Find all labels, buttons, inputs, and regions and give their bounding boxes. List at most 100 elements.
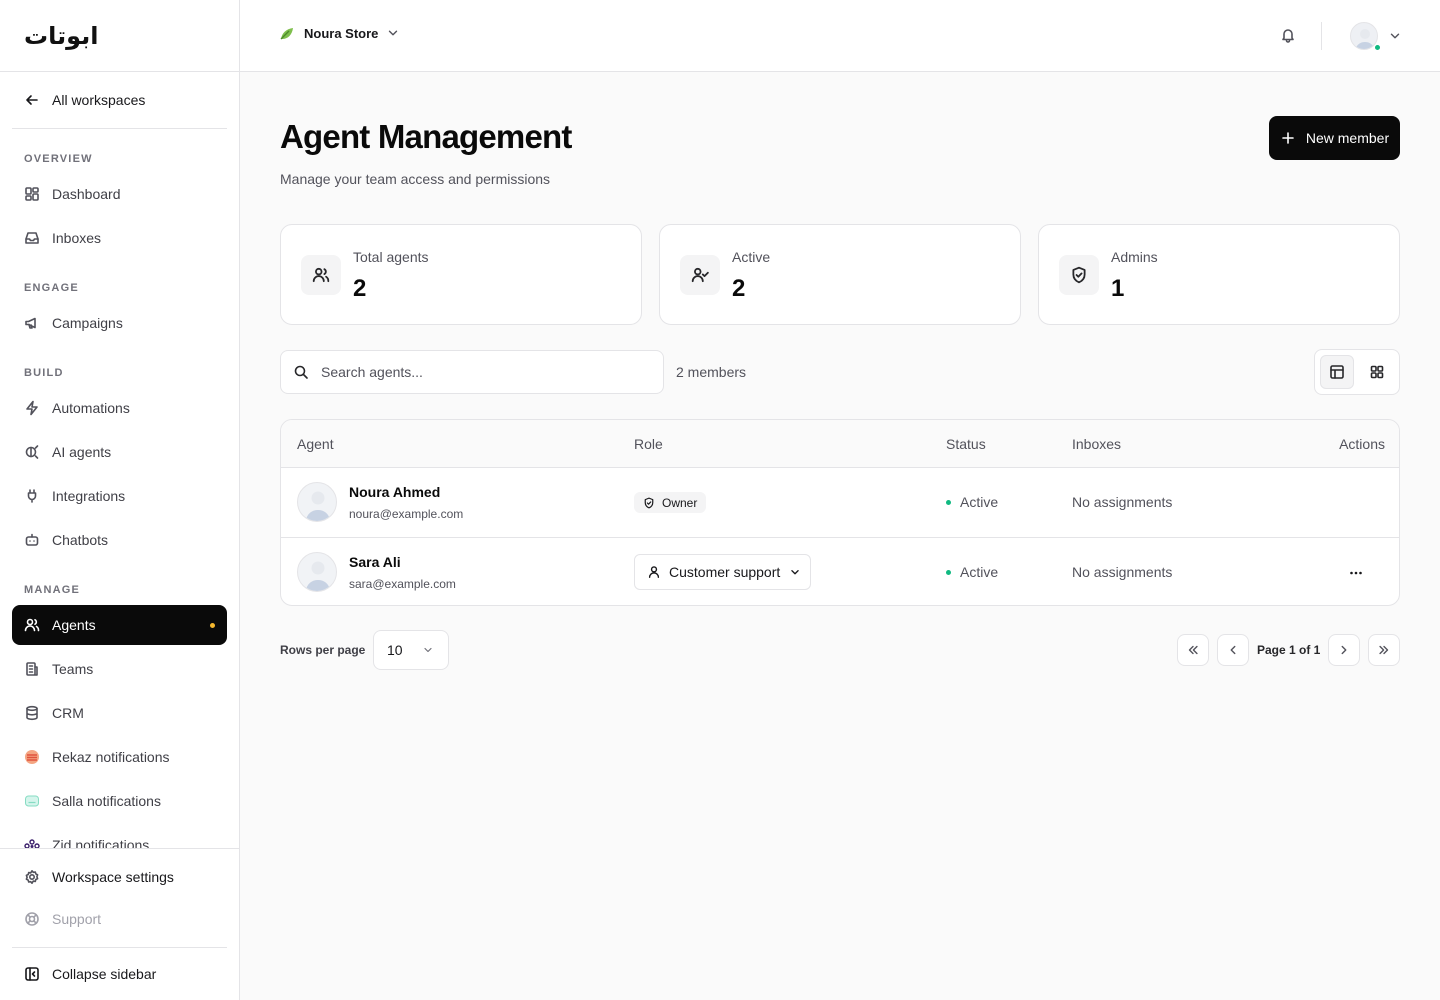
leaf-icon bbox=[280, 28, 293, 40]
agent-name: Sara Ali bbox=[349, 554, 401, 570]
first-page-button[interactable] bbox=[1177, 634, 1209, 666]
lightning-icon bbox=[26, 400, 38, 416]
sidebar-item-label: Zid notifications bbox=[52, 837, 150, 848]
chevron-left-icon bbox=[1230, 645, 1236, 655]
sidebar-collapse-icon bbox=[25, 967, 39, 981]
sidebar-item-zid-notifications[interactable]: Zid notifications bbox=[12, 825, 227, 848]
sidebar-item-ai-agents[interactable]: AI agents bbox=[12, 432, 227, 472]
column-header-agent: Agent bbox=[297, 436, 334, 452]
status-badge: Active bbox=[946, 494, 998, 510]
bell-icon bbox=[1282, 29, 1294, 43]
column-header-inboxes: Inboxes bbox=[1072, 436, 1122, 452]
divider bbox=[12, 947, 227, 948]
status-dot bbox=[946, 569, 951, 575]
sidebar-item-inboxes[interactable]: Inboxes bbox=[12, 218, 227, 258]
section-label-overview: OVERVIEW bbox=[24, 153, 93, 165]
agents-table: Agent Role Status Inboxes Actions Noura … bbox=[280, 419, 1400, 606]
stat-card-active: Active 2 bbox=[659, 224, 1021, 325]
previous-page-button[interactable] bbox=[1217, 634, 1249, 666]
sidebar-item-label: Workspace settings bbox=[52, 869, 174, 885]
plug-icon bbox=[27, 489, 37, 503]
sidebar-item-agents[interactable]: Agents bbox=[12, 605, 227, 645]
sidebar-nav[interactable]: OVERVIEW Dashboard Inboxes ENGAGE Campai… bbox=[0, 136, 239, 848]
grid-view-button[interactable] bbox=[1360, 355, 1394, 389]
status-badge: Active bbox=[946, 564, 998, 580]
sidebar-item-label: CRM bbox=[52, 705, 84, 721]
table-row: Sara Ali sara@example.com Customer suppo… bbox=[281, 537, 1399, 605]
sidebar-item-chatbots[interactable]: Chatbots bbox=[12, 520, 227, 560]
lifebuoy-icon bbox=[25, 912, 39, 926]
online-status-dot bbox=[1374, 44, 1381, 51]
members-count: 2 members bbox=[676, 364, 747, 380]
table-view-button[interactable] bbox=[1320, 355, 1354, 389]
sidebar-item-label: Inboxes bbox=[52, 230, 102, 246]
role-label: Owner bbox=[662, 495, 698, 510]
divider bbox=[1321, 22, 1322, 50]
role-badge-owner: Owner bbox=[634, 492, 707, 513]
stat-icon-box bbox=[1059, 255, 1099, 295]
row-actions-button[interactable] bbox=[1343, 560, 1369, 586]
top-header: Noura Store bbox=[240, 0, 1440, 72]
sidebar-item-label: Salla notifications bbox=[52, 793, 161, 809]
grid-icon bbox=[1370, 365, 1384, 379]
shield-check-icon bbox=[1072, 266, 1086, 284]
new-member-button[interactable]: New member bbox=[1269, 116, 1400, 160]
search-box[interactable] bbox=[280, 350, 664, 394]
salla-logo-icon bbox=[25, 795, 39, 807]
database-icon bbox=[26, 705, 38, 721]
inbox-assignments: No assignments bbox=[1072, 494, 1173, 510]
role-select[interactable]: Customer support bbox=[634, 554, 811, 590]
user-icon bbox=[648, 566, 660, 578]
search-input[interactable] bbox=[321, 364, 641, 380]
sidebar-item-dashboard[interactable]: Dashboard bbox=[12, 174, 227, 214]
stat-icon-box bbox=[301, 255, 341, 295]
plus-icon bbox=[1282, 132, 1294, 144]
stat-card-total-agents: Total agents 2 bbox=[280, 224, 642, 325]
rows-per-page-select[interactable]: 10 bbox=[373, 630, 449, 670]
person-placeholder-icon bbox=[305, 561, 331, 591]
sidebar-item-workspace-settings[interactable]: Workspace settings bbox=[12, 857, 227, 897]
all-workspaces-label: All workspaces bbox=[52, 92, 146, 108]
sidebar-item-label: Rekaz notifications bbox=[52, 749, 170, 765]
sidebar-item-integrations[interactable]: Integrations bbox=[12, 476, 227, 516]
sidebar-item-label: Teams bbox=[52, 661, 94, 677]
notifications-button[interactable] bbox=[1280, 27, 1296, 43]
rows-per-page-label: Rows per page bbox=[280, 643, 366, 657]
new-member-label: New member bbox=[1305, 130, 1390, 146]
sidebar-item-label: Agents bbox=[52, 617, 96, 633]
column-header-role: Role bbox=[634, 436, 663, 452]
chevrons-right-icon bbox=[1379, 645, 1389, 655]
sidebar-item-automations[interactable]: Automations bbox=[12, 388, 227, 428]
sidebar-item-support[interactable]: Support bbox=[12, 899, 227, 939]
collapse-sidebar-button[interactable]: Collapse sidebar bbox=[12, 954, 227, 994]
arrow-left-icon bbox=[26, 95, 38, 105]
brand-logo[interactable]: ابوتات bbox=[24, 22, 98, 50]
next-page-button[interactable] bbox=[1328, 634, 1360, 666]
sidebar-item-salla-notifications[interactable]: Salla notifications bbox=[12, 781, 227, 821]
store-switcher[interactable]: Noura Store bbox=[278, 24, 400, 42]
sidebar-item-label: Automations bbox=[52, 400, 130, 416]
sidebar-item-label: Support bbox=[52, 911, 102, 927]
section-label-build: BUILD bbox=[24, 367, 64, 379]
rows-per-page-value: 10 bbox=[387, 642, 403, 658]
sidebar-item-rekaz-notifications[interactable]: Rekaz notifications bbox=[12, 737, 227, 777]
ai-agent-icon bbox=[25, 445, 39, 459]
person-placeholder-icon bbox=[305, 491, 331, 521]
stat-value: 2 bbox=[353, 275, 367, 302]
logo-area: ابوتات bbox=[0, 0, 239, 72]
sidebar-item-label: Collapse sidebar bbox=[52, 966, 157, 982]
shield-check-icon bbox=[644, 497, 654, 508]
chevron-down-icon bbox=[1390, 33, 1400, 39]
search-icon bbox=[294, 365, 308, 379]
stat-value: 2 bbox=[732, 275, 746, 302]
sidebar-item-campaigns[interactable]: Campaigns bbox=[12, 303, 227, 343]
sidebar-item-crm[interactable]: CRM bbox=[12, 693, 227, 733]
avatar bbox=[297, 552, 337, 592]
last-page-button[interactable] bbox=[1368, 634, 1400, 666]
all-workspaces-link[interactable]: All workspaces bbox=[12, 80, 227, 120]
users-icon bbox=[24, 618, 40, 632]
table-row: Noura Ahmed noura@example.com Owner Acti… bbox=[281, 468, 1399, 537]
page-subtitle: Manage your team access and permissions bbox=[280, 171, 551, 187]
sidebar-item-teams[interactable]: Teams bbox=[12, 649, 227, 689]
agent-email: sara@example.com bbox=[349, 577, 456, 591]
